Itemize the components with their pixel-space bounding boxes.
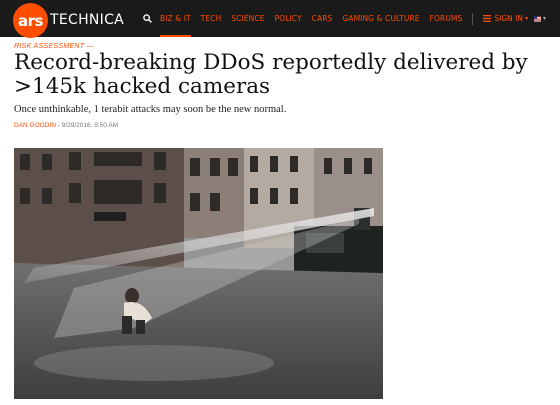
sign-in-label: SIGN IN: [494, 14, 523, 23]
article-kicker[interactable]: RISK ASSESSMENT —: [14, 43, 94, 50]
nav-item-tech[interactable]: TECH: [201, 0, 222, 37]
edition-chevron-icon: ▾: [542, 16, 546, 22]
site-logo[interactable]: ars TECHNICA: [13, 0, 125, 38]
user-menu-icon: [483, 15, 492, 22]
article-dek: Once unthinkable, 1 terabit attacks may …: [14, 104, 287, 115]
logo-wordmark: TECHNICA: [50, 11, 125, 28]
nav-item-biz-it[interactable]: BIZ & IT: [160, 0, 191, 37]
us-flag-icon[interactable]: ▾: [534, 14, 546, 23]
byline: DAN GOODIN - 9/29/2016, 9:50 AM: [14, 122, 118, 129]
publish-date: - 9/29/2016, 9:50 AM: [55, 122, 119, 129]
search-icon[interactable]: [140, 0, 154, 37]
top-navigation-bar: ars TECHNICA BIZ & IT TECH SCIENCE POLIC…: [0, 0, 560, 38]
nav-item-forums[interactable]: FORUMS: [430, 0, 463, 37]
sign-in-menu[interactable]: SIGN IN ▾: [483, 0, 528, 37]
logo-mark: ars: [13, 3, 48, 38]
nav-item-policy[interactable]: POLICY: [275, 0, 302, 37]
street-water-cannon-photo: [14, 148, 383, 399]
nav-divider: [472, 12, 474, 25]
author-link[interactable]: DAN GOODIN: [14, 122, 56, 129]
nav-item-science[interactable]: SCIENCE: [231, 0, 264, 37]
nav-item-gaming-culture[interactable]: GAMING & CULTURE: [342, 0, 419, 37]
nav-item-cars[interactable]: CARS: [312, 0, 333, 37]
chevron-down-icon: ▾: [524, 15, 528, 22]
main-nav: BIZ & IT TECH SCIENCE POLICY CARS GAMING…: [140, 0, 528, 37]
hero-image: [14, 148, 383, 399]
article-headline: Record-breaking DDoS reportedly delivere…: [14, 50, 528, 99]
